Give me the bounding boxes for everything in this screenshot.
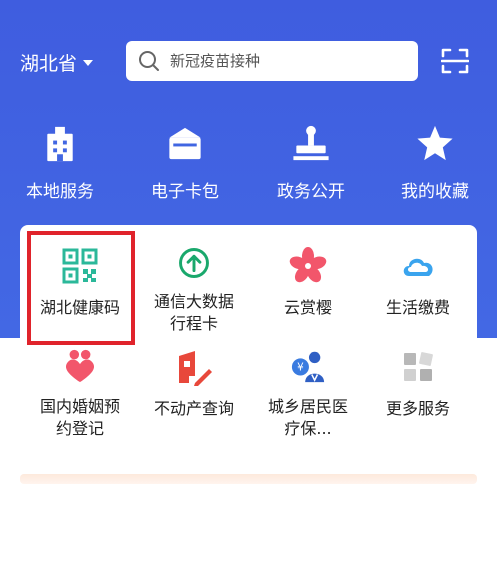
cloud-icon: [403, 258, 433, 276]
service-label: 云赏樱: [283, 298, 332, 317]
search-icon: [139, 51, 159, 71]
caret-down-icon: [83, 60, 94, 66]
search-input[interactable]: [170, 52, 410, 70]
stamp-icon: [293, 125, 329, 161]
service-travel-card[interactable]: 通信大数据行程卡: [137, 225, 251, 335]
quick-links: 本地服务 电子卡包 政务公开 我的收藏: [0, 122, 497, 202]
service-label: 国内婚姻预约登记: [39, 397, 120, 438]
cherry-blossom-icon: [289, 247, 327, 283]
quick-link-favorites[interactable]: 我的收藏: [380, 122, 490, 202]
quick-link-label: 电子卡包: [151, 182, 219, 202]
quick-link-gov-affairs[interactable]: 政务公开: [256, 122, 366, 202]
quick-link-label: 我的收藏: [401, 182, 469, 202]
quick-link-label: 政务公开: [277, 182, 345, 202]
region-label: 湖北省: [20, 52, 78, 75]
service-label: 通信大数据行程卡: [153, 292, 234, 333]
service-marriage-registration[interactable]: 国内婚姻预约登记: [23, 330, 137, 440]
service-label: 更多服务: [385, 399, 450, 418]
wallet-icon: [169, 127, 201, 160]
service-cherry-blossom[interactable]: 云赏樱: [251, 225, 365, 335]
building-icon: [47, 126, 73, 162]
quick-link-local-services[interactable]: 本地服务: [5, 122, 115, 202]
star-icon: [417, 125, 453, 161]
section-divider: [20, 474, 477, 484]
search-bar[interactable]: [126, 41, 418, 81]
quick-link-label: 本地服务: [26, 182, 94, 202]
service-utility-payment[interactable]: 生活缴费: [361, 225, 475, 335]
service-label: 生活缴费: [385, 298, 450, 317]
service-property-query[interactable]: 不动产查询: [137, 330, 251, 440]
top-bar: 湖北省: [0, 0, 497, 100]
svg-text:¥: ¥: [297, 362, 304, 374]
service-label: 不动产查询: [153, 399, 234, 418]
scan-icon[interactable]: [441, 47, 469, 75]
quick-link-card-wallet[interactable]: 电子卡包: [130, 122, 240, 202]
arrow-up-circle-icon: [179, 248, 209, 278]
more-grid-icon: [404, 352, 433, 381]
health-code-highlight-box: [27, 231, 135, 345]
service-more[interactable]: 更多服务: [361, 330, 475, 440]
region-selector[interactable]: 湖北省: [20, 48, 94, 76]
house-pen-icon: [179, 351, 212, 386]
service-medical-insurance[interactable]: ¥ 城乡居民医疗保...: [251, 330, 365, 440]
heart-people-icon: [65, 349, 95, 383]
service-label: 城乡居民医疗保...: [267, 397, 348, 438]
medical-insurance-icon: ¥: [291, 351, 325, 383]
